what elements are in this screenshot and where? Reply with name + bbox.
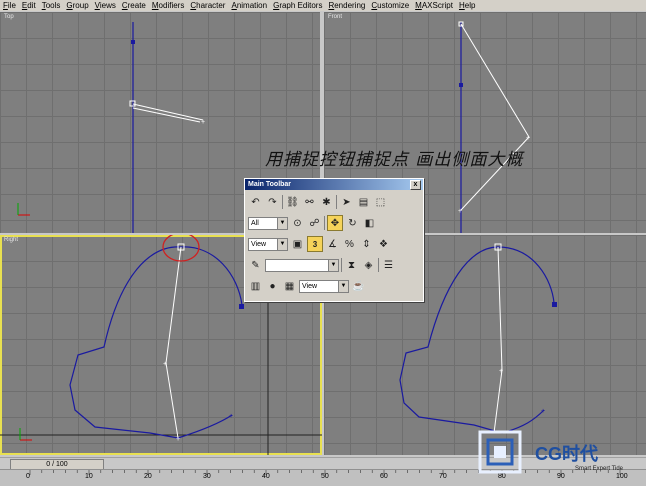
menu-bar: File Edit Tools Group Views Create Modifiers Ch… — [0, 0, 646, 11]
ruler-tick-label: 40 — [262, 473, 270, 480]
chevron-down-icon: ▼ — [338, 280, 348, 292]
select-region-icon[interactable]: ⬚ — [373, 195, 388, 210]
ruler-tick-label: 60 — [380, 473, 388, 480]
close-button[interactable]: x — [410, 180, 421, 190]
menu-item-edit[interactable]: Edit — [19, 0, 39, 11]
named-selection-set-select[interactable]: ▼ — [265, 258, 339, 272]
align-icon[interactable]: ◈ — [361, 258, 376, 273]
main-toolbar-window[interactable]: Main Toolbar x ↶ ↷ ⛓ ⚯ ✱ ➤ ▤ ⬚ All ▼ ⊙ ☍ … — [244, 178, 424, 302]
chevron-down-icon: ▼ — [328, 259, 338, 271]
ruler-tick-label: 20 — [144, 473, 152, 480]
svg-text:+: + — [229, 413, 233, 420]
select-move-person-icon[interactable]: ☍ — [307, 216, 322, 231]
menu-item-create[interactable]: Create — [119, 0, 149, 11]
select-and-rotate-icon[interactable]: ↻ — [345, 216, 360, 231]
status-text: Smart Expert Tide — [575, 466, 624, 472]
angle-snap-icon[interactable]: ∡ — [325, 237, 340, 252]
menu-item-group[interactable]: Group — [63, 0, 91, 11]
reference-coordinate-select[interactable]: View ▼ — [248, 237, 288, 251]
render-scene-icon[interactable]: ▦ — [282, 279, 297, 294]
mirror-icon[interactable]: ⧗ — [344, 258, 359, 273]
unlink-icon[interactable]: ⚯ — [302, 195, 317, 210]
quick-render-teapot-icon[interactable]: ☕ — [351, 279, 366, 294]
chevron-down-icon: ▼ — [277, 238, 287, 250]
select-by-name-icon[interactable]: ▤ — [356, 195, 371, 210]
menu-item-modifiers[interactable]: Modifiers — [149, 0, 187, 11]
undo-icon[interactable]: ↶ — [248, 195, 263, 210]
brand-logo-text: CG时代 — [535, 444, 598, 464]
separator — [341, 258, 342, 272]
edit-named-selection-icon[interactable]: ✎ — [248, 258, 263, 273]
annotation-text: 用捕捉控钮捕捉点 画出侧面大概 — [265, 150, 524, 170]
teapot-icon[interactable]: ❖ — [376, 237, 391, 252]
menu-item-customize[interactable]: Customize — [368, 0, 412, 11]
svg-text:+: + — [526, 135, 530, 142]
layer-manager-icon[interactable]: ☰ — [381, 258, 396, 273]
separator — [336, 195, 337, 209]
svg-text:+: + — [201, 119, 205, 126]
ruler-tick-label: 30 — [203, 473, 211, 480]
snaps-toggle-icon[interactable]: 3 — [307, 236, 323, 252]
curve-editor-icon[interactable]: ▥ — [248, 279, 263, 294]
separator — [282, 195, 283, 209]
separator — [378, 258, 379, 272]
bind-space-warp-icon[interactable]: ✱ — [319, 195, 334, 210]
pivot-center-icon[interactable]: ▣ — [290, 237, 305, 252]
ruler-tick-label: 10 — [85, 473, 93, 480]
chevron-down-icon: ▼ — [277, 217, 287, 229]
window-crossing-icon[interactable]: ⊙ — [290, 216, 305, 231]
select-and-scale-icon[interactable]: ◧ — [362, 216, 377, 231]
percent-snap-icon[interactable]: % — [342, 237, 357, 252]
select-and-move-icon[interactable]: ✥ — [327, 215, 343, 231]
selection-filter-select[interactable]: All ▼ — [248, 216, 288, 230]
menu-item-animation[interactable]: Animation — [228, 0, 270, 11]
svg-text:+: + — [458, 208, 462, 215]
svg-text:+: + — [499, 368, 503, 375]
menu-item-tools[interactable]: Tools — [39, 0, 64, 11]
selection-filter-value: All — [251, 219, 259, 227]
link-icon[interactable]: ⛓ — [285, 195, 300, 210]
spinner-snap-icon[interactable]: ⇕ — [359, 237, 374, 252]
render-type-select[interactable]: View ▼ — [299, 279, 349, 293]
menu-item-rendering[interactable]: Rendering — [325, 0, 368, 11]
select-object-icon[interactable]: ➤ — [339, 195, 354, 210]
separator — [324, 216, 325, 230]
menu-item-maxscript[interactable]: MAXScript — [412, 0, 456, 11]
menu-item-help[interactable]: Help — [456, 0, 478, 11]
ruler-tick-label: 50 — [321, 473, 329, 480]
render-type-value: View — [302, 282, 318, 290]
menu-item-views[interactable]: Views — [92, 0, 119, 11]
ruler-tick-label: 70 — [439, 473, 447, 480]
svg-text:+: + — [176, 436, 180, 443]
toolbar-title: Main Toolbar — [248, 181, 292, 188]
svg-text:+: + — [541, 408, 545, 415]
percent-snap-label: % — [345, 238, 354, 250]
snap-mode-label: 3 — [312, 239, 318, 249]
menu-item-character[interactable]: Character — [187, 0, 228, 11]
material-editor-icon[interactable]: ● — [265, 279, 280, 294]
redo-icon[interactable]: ↷ — [265, 195, 280, 210]
reference-coordinate-value: View — [251, 240, 267, 248]
ruler-tick-label: 0 — [26, 473, 30, 480]
menu-item-file[interactable]: File — [0, 0, 19, 11]
toolbar-title-bar[interactable]: Main Toolbar x — [245, 179, 423, 190]
menu-item-graph-editors[interactable]: Graph Editors — [270, 0, 325, 11]
svg-text:+: + — [163, 361, 167, 368]
